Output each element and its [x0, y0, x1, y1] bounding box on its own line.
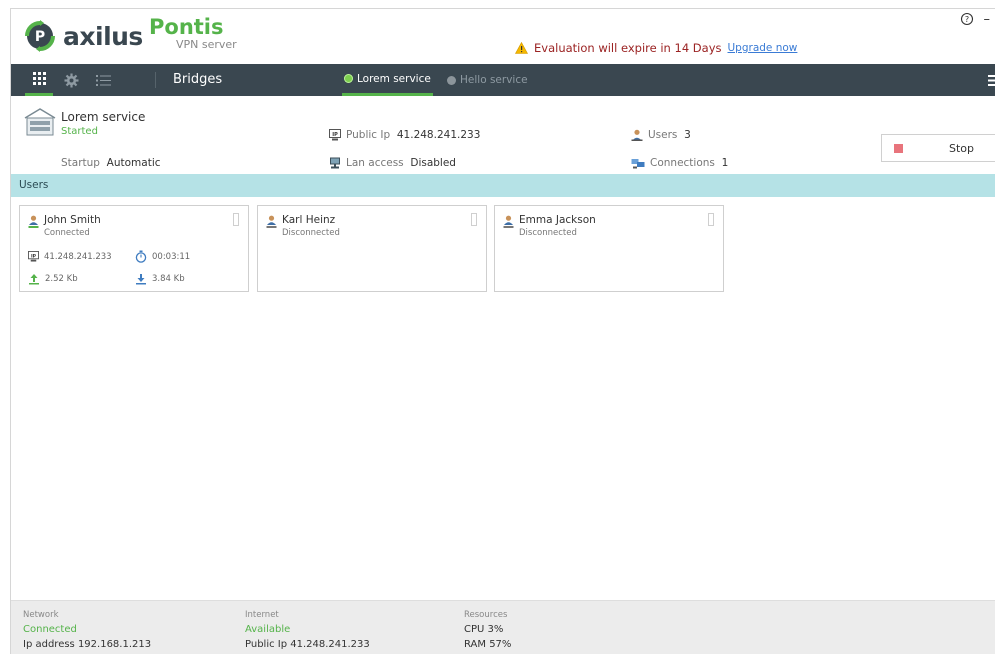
- user-connected-icon: [28, 215, 39, 228]
- internet-public-ip: Public Ip 41.248.241.233: [245, 639, 370, 650]
- window-controls: ? –: [960, 12, 991, 27]
- product-name: Pontis: [149, 15, 224, 39]
- users-section-header: Users: [11, 174, 995, 197]
- lan-access-row: Lan access Disabled: [329, 157, 456, 169]
- connections-row: Connections 1: [631, 157, 728, 169]
- svg-text:?: ?: [964, 15, 968, 24]
- resources-status: Resources CPU 3% RAM 57%: [464, 610, 512, 650]
- gear-icon: [64, 73, 78, 87]
- grid-icon: [32, 72, 46, 85]
- user-icon: [631, 129, 643, 141]
- nav-separator: [155, 72, 156, 88]
- ram-usage: RAM 57%: [464, 639, 512, 650]
- user-state: Connected: [44, 228, 90, 238]
- minimize-button[interactable]: –: [984, 12, 991, 27]
- evaluation-message: Evaluation will expire in 14 Days: [534, 41, 722, 55]
- status-footer: Network Connected Ip address 192.168.1.2…: [11, 600, 995, 654]
- dashboard-nav-button[interactable]: [25, 64, 53, 96]
- nav-bar: Bridges Lorem service Hello service: [11, 64, 995, 96]
- user-disconnected-icon: [503, 215, 514, 228]
- tab-hello-service[interactable]: Hello service: [447, 64, 528, 96]
- internet-state: Available: [245, 624, 291, 635]
- network-state: Connected: [23, 624, 77, 635]
- user-name: Emma Jackson: [519, 214, 596, 226]
- user-name: John Smith: [44, 214, 101, 226]
- pontis-logo-icon: P: [25, 20, 55, 52]
- user-menu-button[interactable]: [471, 213, 477, 226]
- lan-access-value: Disabled: [410, 157, 456, 169]
- user-name: Karl Heinz: [282, 214, 336, 226]
- server-icon: [24, 108, 56, 136]
- user-disconnected-icon: [266, 215, 277, 228]
- users-count-value: 3: [684, 129, 691, 141]
- user-ip: IP 41.248.241.233: [28, 251, 112, 262]
- svg-text:IP: IP: [31, 253, 37, 259]
- network-ip: Ip address 192.168.1.213: [23, 639, 152, 650]
- help-icon[interactable]: ?: [960, 12, 974, 26]
- service-name: Lorem service: [61, 110, 146, 124]
- service-info-panel: Lorem service Started Startup Automatic …: [11, 96, 995, 174]
- ip-icon: IP: [28, 251, 39, 262]
- list-icon: [95, 74, 111, 86]
- cpu-usage: CPU 3%: [464, 624, 504, 635]
- tab-label: Hello service: [460, 74, 528, 86]
- log-nav-button[interactable]: [89, 64, 117, 96]
- user-card-emma-jackson[interactable]: Emma Jackson Disconnected: [494, 205, 724, 292]
- svg-text:IP: IP: [332, 132, 338, 138]
- settings-nav-button[interactable]: [57, 64, 85, 96]
- public-ip-icon: IP: [329, 129, 341, 141]
- startup-row: Startup Automatic: [61, 157, 161, 169]
- stopwatch-icon: [135, 250, 147, 263]
- public-ip-value: 41.248.241.233: [396, 129, 481, 141]
- bridges-title[interactable]: Bridges: [173, 72, 222, 87]
- user-upload: 2.52 Kb: [28, 273, 78, 285]
- svg-text:P: P: [35, 29, 45, 45]
- users-section-title: Users: [19, 179, 49, 191]
- app-window: P axilus Pontis VPN server Evaluation wi…: [10, 8, 995, 654]
- user-download: 3.84 Kb: [135, 273, 185, 285]
- user-state: Disconnected: [519, 228, 577, 238]
- public-ip-row: IP Public Ip 41.248.241.233: [329, 129, 480, 141]
- user-menu-button[interactable]: [708, 213, 714, 226]
- header: P axilus Pontis VPN server Evaluation wi…: [11, 9, 995, 64]
- user-state: Disconnected: [282, 228, 340, 238]
- upgrade-now-link[interactable]: Upgrade now: [728, 42, 798, 54]
- tab-lorem-service[interactable]: Lorem service: [342, 64, 433, 96]
- stop-button-label: Stop: [949, 141, 975, 155]
- download-arrow-icon: [136, 274, 146, 285]
- status-dot-icon: [447, 75, 456, 85]
- upload-arrow-icon: [29, 274, 39, 285]
- tab-label: Lorem service: [357, 72, 431, 85]
- internet-status: Internet Available Public Ip 41.248.241.…: [245, 610, 370, 650]
- evaluation-notice: Evaluation will expire in 14 Days Upgrad…: [515, 41, 797, 55]
- status-dot-icon: [344, 74, 353, 83]
- logo: P axilus: [23, 16, 143, 56]
- network-status: Network Connected Ip address 192.168.1.2…: [23, 610, 152, 650]
- product-subtitle: VPN server: [176, 38, 237, 51]
- lan-icon: [330, 157, 340, 169]
- startup-value: Automatic: [106, 157, 161, 169]
- stop-service-button[interactable]: Stop: [881, 134, 995, 162]
- stop-icon: [894, 143, 903, 153]
- users-count-row: Users 3: [631, 129, 691, 141]
- user-duration: 00:03:11: [135, 250, 190, 263]
- user-menu-button[interactable]: [233, 213, 239, 226]
- hamburger-menu-icon[interactable]: [988, 75, 995, 86]
- brand-name: axilus: [63, 21, 143, 51]
- user-card-john-smith[interactable]: John Smith Connected IP 41.248.241.233 0…: [19, 205, 249, 292]
- warning-icon: [515, 42, 528, 54]
- service-status: Started: [61, 126, 98, 137]
- user-card-karl-heinz[interactable]: Karl Heinz Disconnected: [257, 205, 487, 292]
- connections-icon: [631, 159, 645, 169]
- connections-value: 1: [721, 157, 729, 169]
